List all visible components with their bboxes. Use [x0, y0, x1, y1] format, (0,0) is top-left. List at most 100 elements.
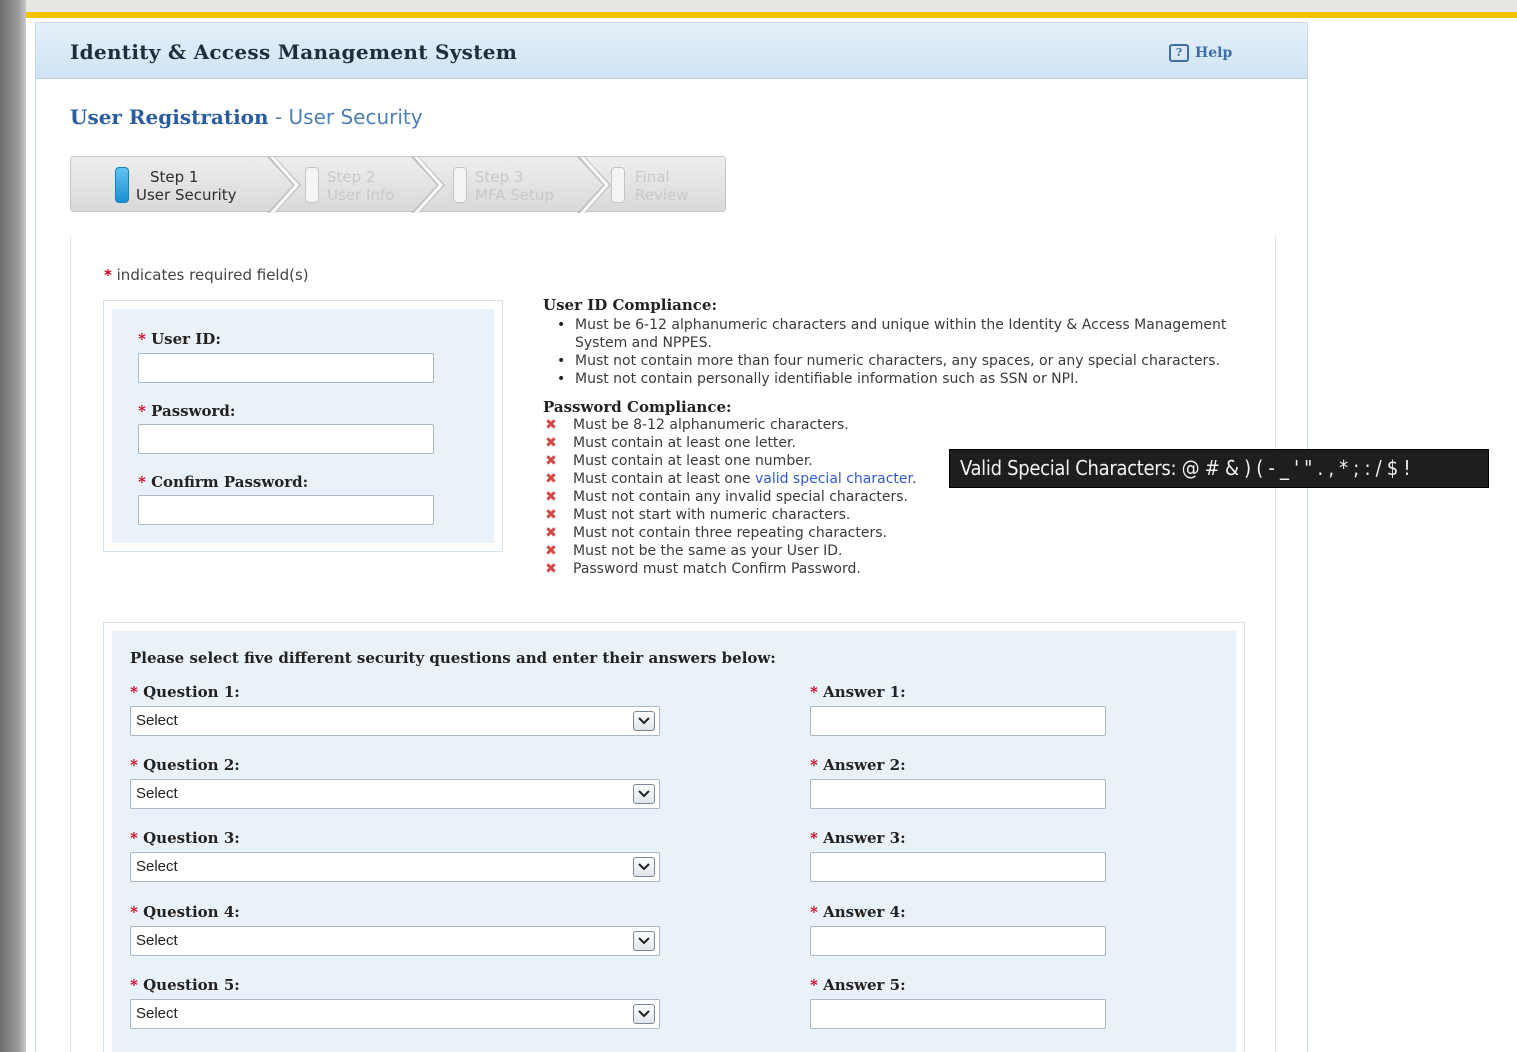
valid-special-character-link[interactable]: valid special character — [755, 471, 912, 487]
required-note-text: indicates required field(s) — [116, 266, 309, 284]
step-name: User Security — [136, 186, 237, 204]
x-icon: ✖ — [545, 507, 557, 523]
step-chevron-icon — [267, 157, 301, 213]
rule-text: Must contain at least one — [573, 471, 751, 487]
page-title: User Registration - User Security — [70, 105, 423, 129]
rule-text: Must not start with numeric characters. — [573, 507, 851, 523]
question-1-label: * Question 1: — [130, 683, 240, 701]
confirm-password-input[interactable] — [138, 495, 434, 525]
required-star: * — [104, 266, 112, 284]
x-icon: ✖ — [545, 435, 557, 451]
help-link[interactable]: ? Help — [1169, 44, 1232, 62]
question-label-text: Question 4: — [143, 903, 240, 921]
credentials-panel: * User ID: * Password: * Confirm Passwor… — [103, 300, 503, 552]
x-icon: ✖ — [545, 561, 557, 577]
chevron-down-icon[interactable] — [633, 784, 655, 804]
rule-text: Password must match Confirm Password. — [573, 561, 861, 577]
answer-2-input[interactable] — [810, 779, 1106, 809]
list-item: ✖ Must not contain any invalid special ch… — [543, 488, 1243, 506]
step-indicator-icon — [115, 167, 129, 203]
answer-4-label: * Answer 4: — [810, 903, 906, 921]
answer-2-label: * Answer 2: — [810, 756, 906, 774]
chevron-down-icon[interactable] — [633, 931, 655, 951]
step-number: Step 2 — [327, 168, 376, 186]
list-item: ✖ Password must match Confirm Password. — [543, 560, 1243, 578]
answer-label-text: Answer 4: — [823, 903, 906, 921]
step-number: Step 1 — [150, 168, 199, 186]
required-star: * — [810, 829, 818, 847]
step-name: User Info — [327, 186, 395, 204]
password-compliance-list: ✖ Must be 8-12 alphanumeric characters. ✖… — [543, 416, 1243, 578]
user-id-compliance-list: Must be 6-12 alphanumeric characters and… — [557, 316, 1243, 388]
password-label-text: Password: — [151, 402, 236, 420]
app-window: Identity & Access Management System ? He… — [35, 22, 1308, 1052]
list-item: ✖ Must not be the same as your User ID. — [543, 542, 1243, 560]
help-icon: ? — [1169, 44, 1189, 62]
answer-label-text: Answer 2: — [823, 756, 906, 774]
user-id-compliance-title: User ID Compliance: — [543, 296, 717, 314]
question-1-select[interactable]: Select — [130, 706, 660, 736]
security-questions-body: Please select five different security qu… — [112, 631, 1236, 1052]
question-3-label: * Question 3: — [130, 829, 240, 847]
step-number: Final — [635, 168, 670, 186]
answer-3-input[interactable] — [810, 852, 1106, 882]
special-characters-tooltip: Valid Special Characters: @ # & ) ( - _ … — [949, 449, 1489, 488]
step-label: Step 2 User Info — [327, 168, 394, 204]
user-id-label-text: User ID: — [151, 330, 221, 348]
answer-5-input[interactable] — [810, 999, 1106, 1029]
answer-1-label: * Answer 1: — [810, 683, 906, 701]
required-star: * — [130, 903, 138, 921]
page-title-separator: - — [268, 105, 289, 129]
required-note: * indicates required field(s) — [104, 266, 309, 284]
step-user-security: Step 1 User Security — [71, 157, 271, 213]
required-star: * — [138, 402, 146, 420]
question-4-select[interactable]: Select — [130, 926, 660, 956]
question-5-select[interactable]: Select — [130, 999, 660, 1029]
chevron-down-icon[interactable] — [633, 711, 655, 731]
x-icon: ✖ — [545, 417, 557, 433]
x-icon: ✖ — [545, 525, 557, 541]
step-name: Review — [635, 186, 689, 204]
required-star: * — [130, 829, 138, 847]
list-item: Must not contain personally identifiable… — [557, 370, 1243, 388]
required-star: * — [130, 756, 138, 774]
list-item: ✖ Must not contain three repeating charac… — [543, 524, 1243, 542]
required-star: * — [138, 330, 146, 348]
question-label-text: Question 1: — [143, 683, 240, 701]
step-name: MFA Setup — [475, 186, 554, 204]
user-id-input[interactable] — [138, 353, 434, 383]
step-indicator-icon — [305, 167, 319, 203]
window-accent-bar — [24, 12, 1517, 18]
step-chevron-icon — [411, 157, 445, 213]
answer-4-input[interactable] — [810, 926, 1106, 956]
chevron-down-icon[interactable] — [633, 1004, 655, 1024]
credentials-panel-body: * User ID: * Password: * Confirm Passwor… — [112, 309, 494, 543]
list-item: Must not contain more than four numeric … — [557, 352, 1243, 370]
question-label-text: Question 2: — [143, 756, 240, 774]
password-label: * Password: — [138, 402, 235, 420]
user-id-label: * User ID: — [138, 330, 221, 348]
question-2-select[interactable]: Select — [130, 779, 660, 809]
x-icon: ✖ — [545, 543, 557, 559]
select-value: Select — [136, 858, 178, 875]
step-number: Step 3 — [475, 168, 524, 186]
step-label: Final Review — [635, 168, 689, 204]
app-title: Identity & Access Management System — [70, 40, 518, 64]
answer-label-text: Answer 1: — [823, 683, 906, 701]
question-label-text: Question 5: — [143, 976, 240, 994]
list-item: ✖ Must not start with numeric characters. — [543, 506, 1243, 524]
compliance-rules: User ID Compliance: Must be 6-12 alphanu… — [543, 296, 1243, 578]
security-questions-panel: Please select five different security qu… — [103, 622, 1245, 1052]
answer-1-input[interactable] — [810, 706, 1106, 736]
step-label: Step 1 User Security — [136, 168, 237, 204]
page-title-sub: User Security — [288, 105, 423, 129]
x-icon: ✖ — [545, 453, 557, 469]
confirm-password-label: * Confirm Password: — [138, 473, 308, 491]
step-label: Step 3 MFA Setup — [475, 168, 554, 204]
rule-text: Must contain at least one number. — [573, 453, 813, 469]
question-label-text: Question 3: — [143, 829, 240, 847]
chevron-down-icon[interactable] — [633, 857, 655, 877]
required-star: * — [810, 683, 818, 701]
question-3-select[interactable]: Select — [130, 852, 660, 882]
password-input[interactable] — [138, 424, 434, 454]
